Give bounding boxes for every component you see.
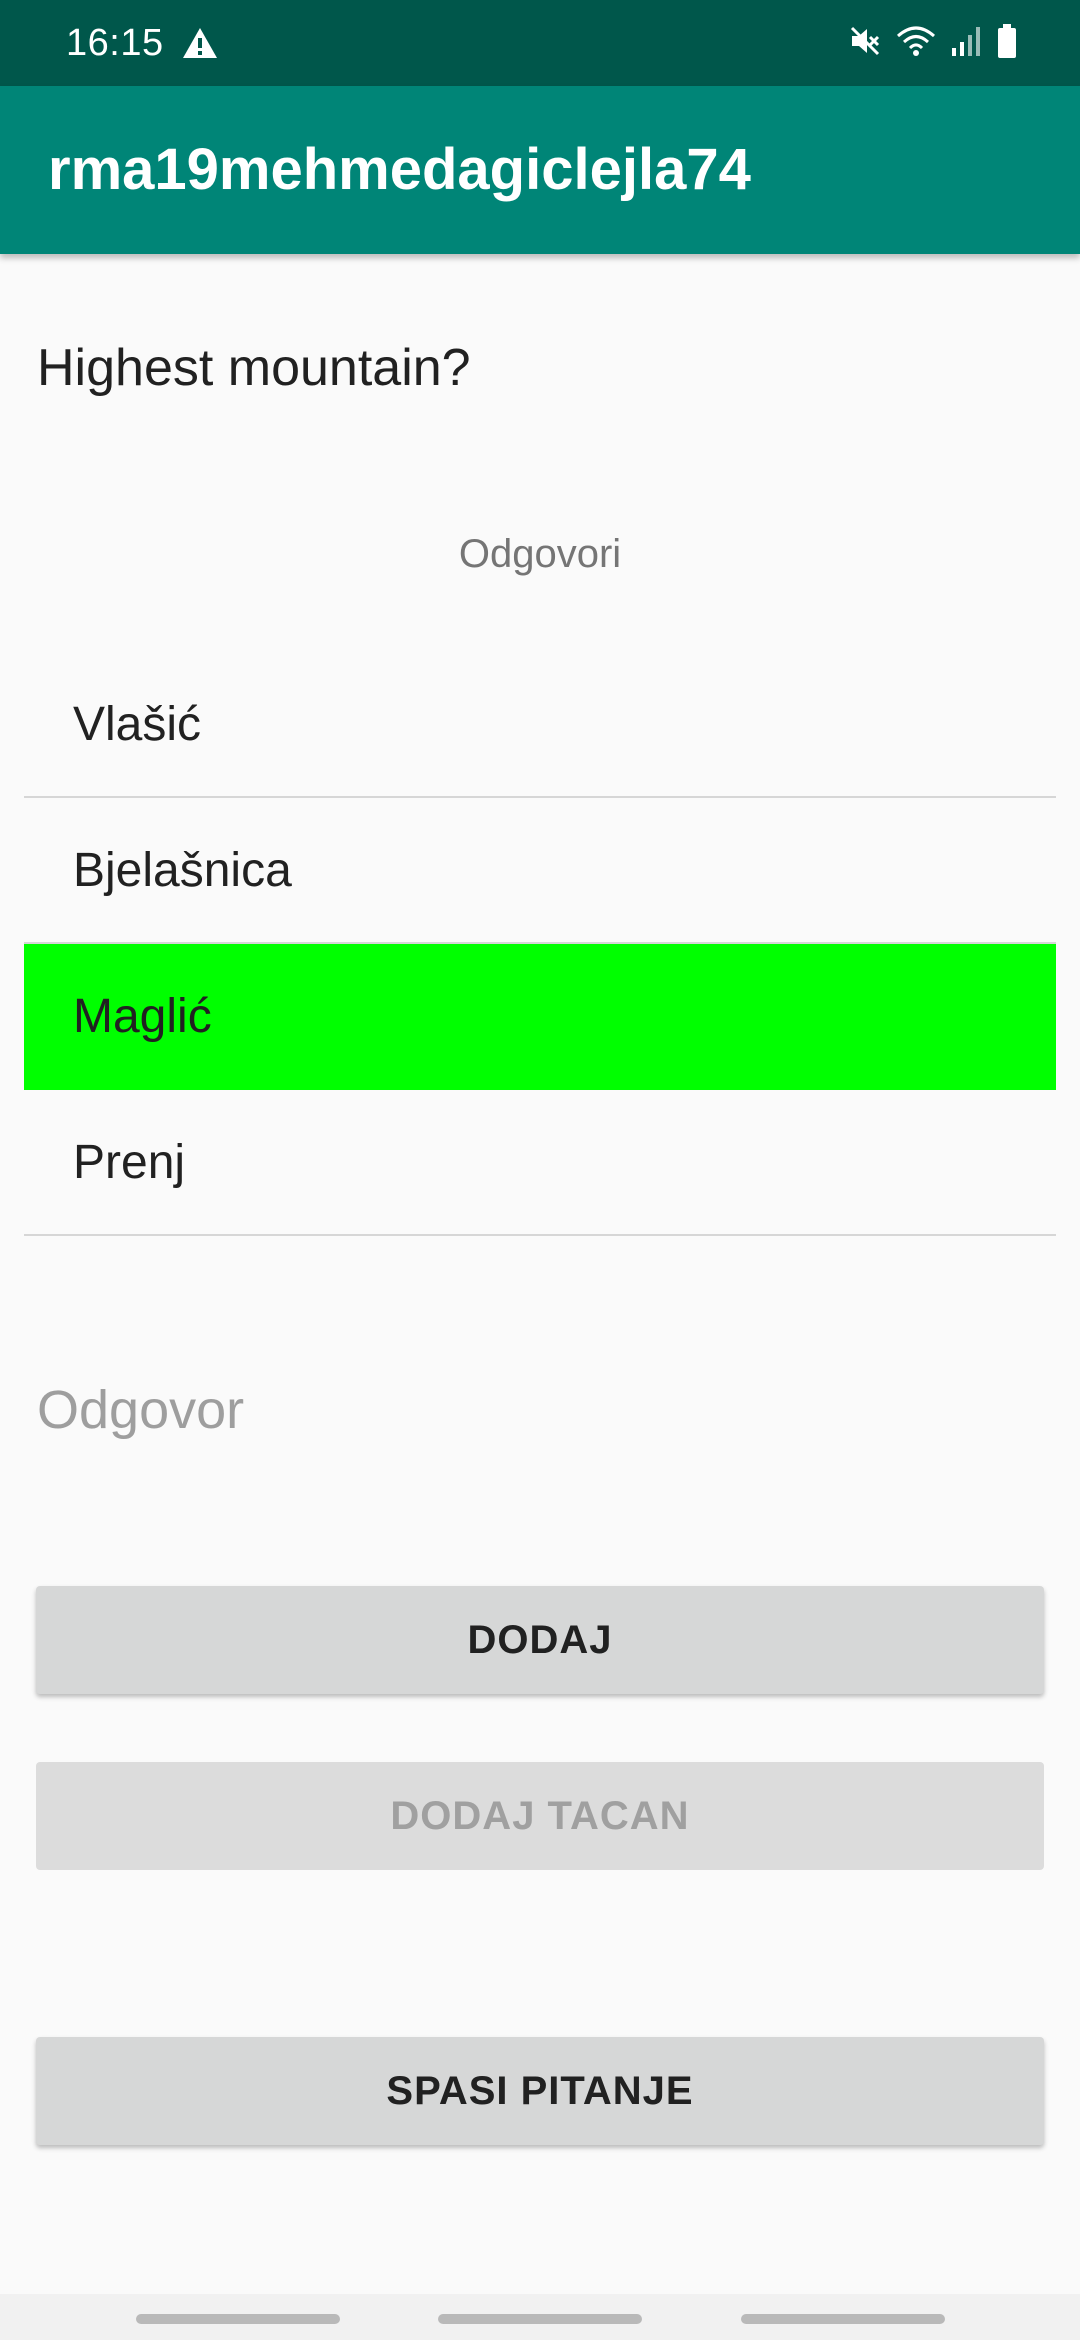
list-item[interactable]: Prenj [24,1090,1056,1236]
wifi-icon [896,24,936,63]
list-item[interactable]: Bjelašnica [24,798,1056,944]
mute-icon [848,24,882,63]
answer-list: Vlašić Bjelašnica Maglić Prenj [24,652,1056,1236]
answer-label: Bjelašnica [73,843,292,897]
navigation-bar [0,2294,1080,2340]
signal-icon [950,24,982,63]
recents-nav-button[interactable] [136,2314,340,2324]
list-item-correct[interactable]: Maglić [24,944,1056,1090]
list-item[interactable]: Vlašić [24,652,1056,798]
answer-label: Prenj [73,1135,186,1189]
home-nav-button[interactable] [438,2314,642,2324]
answer-label: Vlašić [73,697,202,751]
status-icons [848,23,1018,64]
status-time: 16:15 [66,22,164,64]
add-answer-button[interactable]: DODAJ [36,1586,1044,1694]
answers-heading: Odgovori [458,532,622,576]
app-bar: rma19mehmedagiclejla74 [0,86,1080,254]
back-nav-button[interactable] [741,2314,945,2324]
warning-icon [182,26,218,60]
question-text: Highest mountain? [37,339,471,397]
answer-label: Maglić [73,989,212,1043]
add-correct-answer-button: DODAJ TACAN [36,1762,1044,1870]
status-bar: 16:15 [0,0,1080,86]
app-title: rma19mehmedagiclejla74 [48,137,751,202]
battery-icon [996,23,1018,64]
save-question-button[interactable]: SPASI PITANJE [36,2037,1044,2145]
answer-input[interactable] [37,1370,1043,1450]
